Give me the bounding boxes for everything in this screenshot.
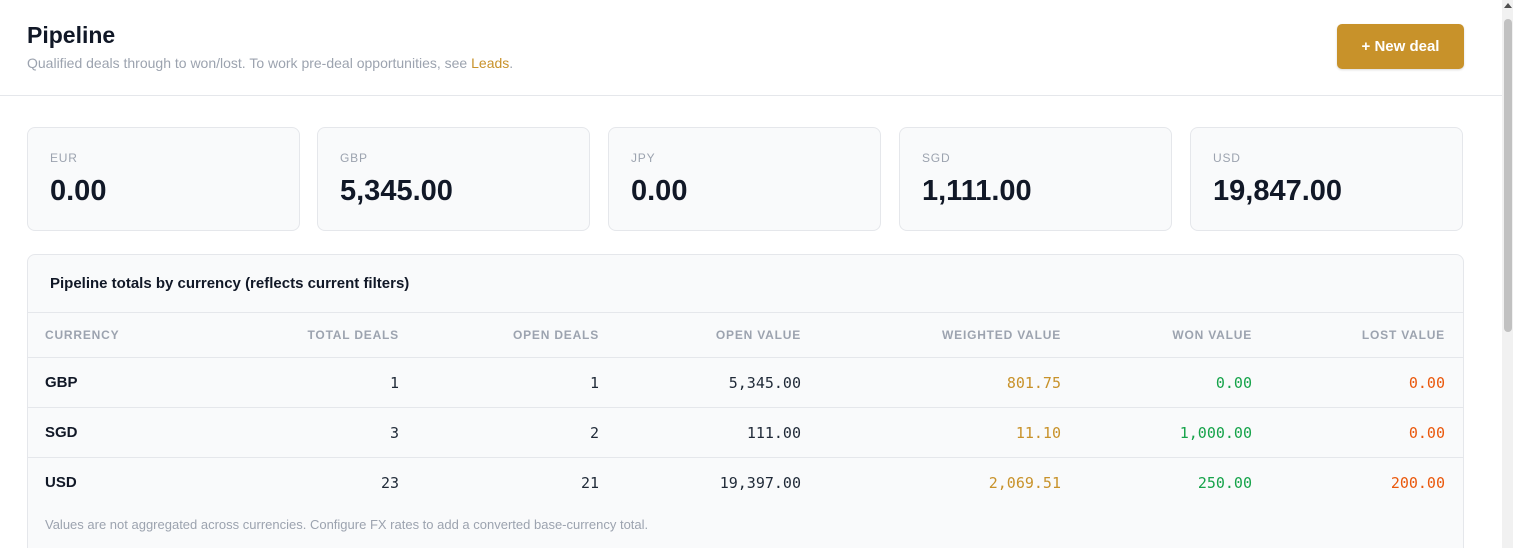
cell-open-value: 111.00 bbox=[599, 407, 801, 458]
vertical-scrollbar[interactable] bbox=[1502, 0, 1513, 548]
cell-weighted-value: 11.10 bbox=[801, 407, 1061, 458]
card-value: 0.00 bbox=[50, 175, 107, 207]
card-currency-label: SGD bbox=[922, 151, 951, 165]
cell-weighted-value: 2,069.51 bbox=[988, 473, 1061, 492]
cell-won-value: 0.00 bbox=[1061, 357, 1252, 408]
cell-won-value: 250.00 bbox=[1197, 473, 1252, 492]
column-header-won-value: WON VALUE bbox=[1061, 313, 1252, 358]
scrollbar-thumb[interactable] bbox=[1504, 19, 1512, 332]
cell-currency: GBP bbox=[28, 357, 178, 408]
page-subtitle: Qualified deals through to won/lost. To … bbox=[27, 55, 513, 71]
totals-table: CURRENCY TOTAL DEALS OPEN DEALS OPEN VAL… bbox=[28, 313, 1463, 507]
leads-link[interactable]: Leads bbox=[471, 55, 509, 71]
cell-total-deals: 23 bbox=[380, 473, 399, 492]
cell-lost-value: 0.00 bbox=[1252, 357, 1463, 408]
currency-card-gbp: GBP 5,345.00 bbox=[317, 127, 590, 231]
cell-open-value: 5,345.00 bbox=[599, 357, 801, 408]
card-value: 0.00 bbox=[631, 175, 688, 207]
card-value: 1,111.00 bbox=[922, 175, 1032, 207]
cell-total-deals: 3 bbox=[178, 407, 399, 458]
card-currency-label: EUR bbox=[50, 151, 78, 165]
column-header-open-value: OPEN VALUE bbox=[599, 313, 801, 358]
table-row: GBP 1 1 5,345.00 801.75 0.00 0.00 bbox=[28, 357, 1463, 408]
currency-card-usd: USD 19,847.00 bbox=[1190, 127, 1463, 231]
cell-currency: USD bbox=[45, 474, 77, 491]
cell-won-value: 1,000.00 bbox=[1061, 407, 1252, 458]
table-row: USD 23 21 19,397.00 2,069.51 250.00 200.… bbox=[28, 458, 1463, 508]
card-currency-label: GBP bbox=[340, 151, 368, 165]
cell-currency: SGD bbox=[28, 407, 178, 458]
pipeline-page: Pipeline Qualified deals through to won/… bbox=[0, 0, 1513, 548]
card-value: 5,345.00 bbox=[340, 175, 453, 207]
cell-weighted-value: 801.75 bbox=[801, 357, 1061, 408]
currency-card-jpy: JPY 0.00 bbox=[608, 127, 881, 231]
column-header-open-deals: OPEN DEALS bbox=[399, 313, 599, 358]
scroll-up-arrow-icon[interactable] bbox=[1504, 3, 1512, 8]
subtitle-text: Qualified deals through to won/lost. To … bbox=[27, 55, 472, 71]
cell-total-deals: 1 bbox=[178, 357, 399, 408]
pipeline-totals-panel: Pipeline totals by currency (reflects cu… bbox=[27, 254, 1464, 548]
cell-open-deals: 1 bbox=[399, 357, 599, 408]
currency-card-sgd: SGD 1,111.00 bbox=[899, 127, 1172, 231]
table-row: SGD 3 2 111.00 11.10 1,000.00 0.00 bbox=[28, 407, 1463, 458]
column-header-currency: CURRENCY bbox=[28, 313, 178, 358]
new-deal-button[interactable]: + New deal bbox=[1337, 24, 1464, 69]
column-header-lost-value: LOST VALUE bbox=[1252, 313, 1463, 358]
cell-open-value: 19,397.00 bbox=[719, 473, 801, 492]
page-header: Pipeline Qualified deals through to won/… bbox=[0, 0, 1502, 96]
cell-lost-value: 0.00 bbox=[1252, 407, 1463, 458]
totals-footnote: Values are not aggregated across currenc… bbox=[45, 517, 649, 532]
cell-lost-value: 200.00 bbox=[1390, 473, 1445, 492]
currency-card-eur: EUR 0.00 bbox=[27, 127, 300, 231]
column-header-weighted-value: WEIGHTED VALUE bbox=[801, 313, 1061, 358]
totals-panel-title: Pipeline totals by currency (reflects cu… bbox=[50, 275, 410, 292]
subtitle-end: . bbox=[509, 55, 514, 71]
cell-open-deals: 2 bbox=[399, 407, 599, 458]
table-header-row: CURRENCY TOTAL DEALS OPEN DEALS OPEN VAL… bbox=[28, 313, 1463, 358]
page-title: Pipeline bbox=[27, 22, 116, 48]
column-header-total-deals: TOTAL DEALS bbox=[178, 313, 399, 358]
card-value: 19,847.00 bbox=[1213, 175, 1343, 207]
card-currency-label: USD bbox=[1213, 151, 1241, 165]
card-currency-label: JPY bbox=[631, 151, 656, 165]
cell-open-deals: 21 bbox=[580, 473, 599, 492]
